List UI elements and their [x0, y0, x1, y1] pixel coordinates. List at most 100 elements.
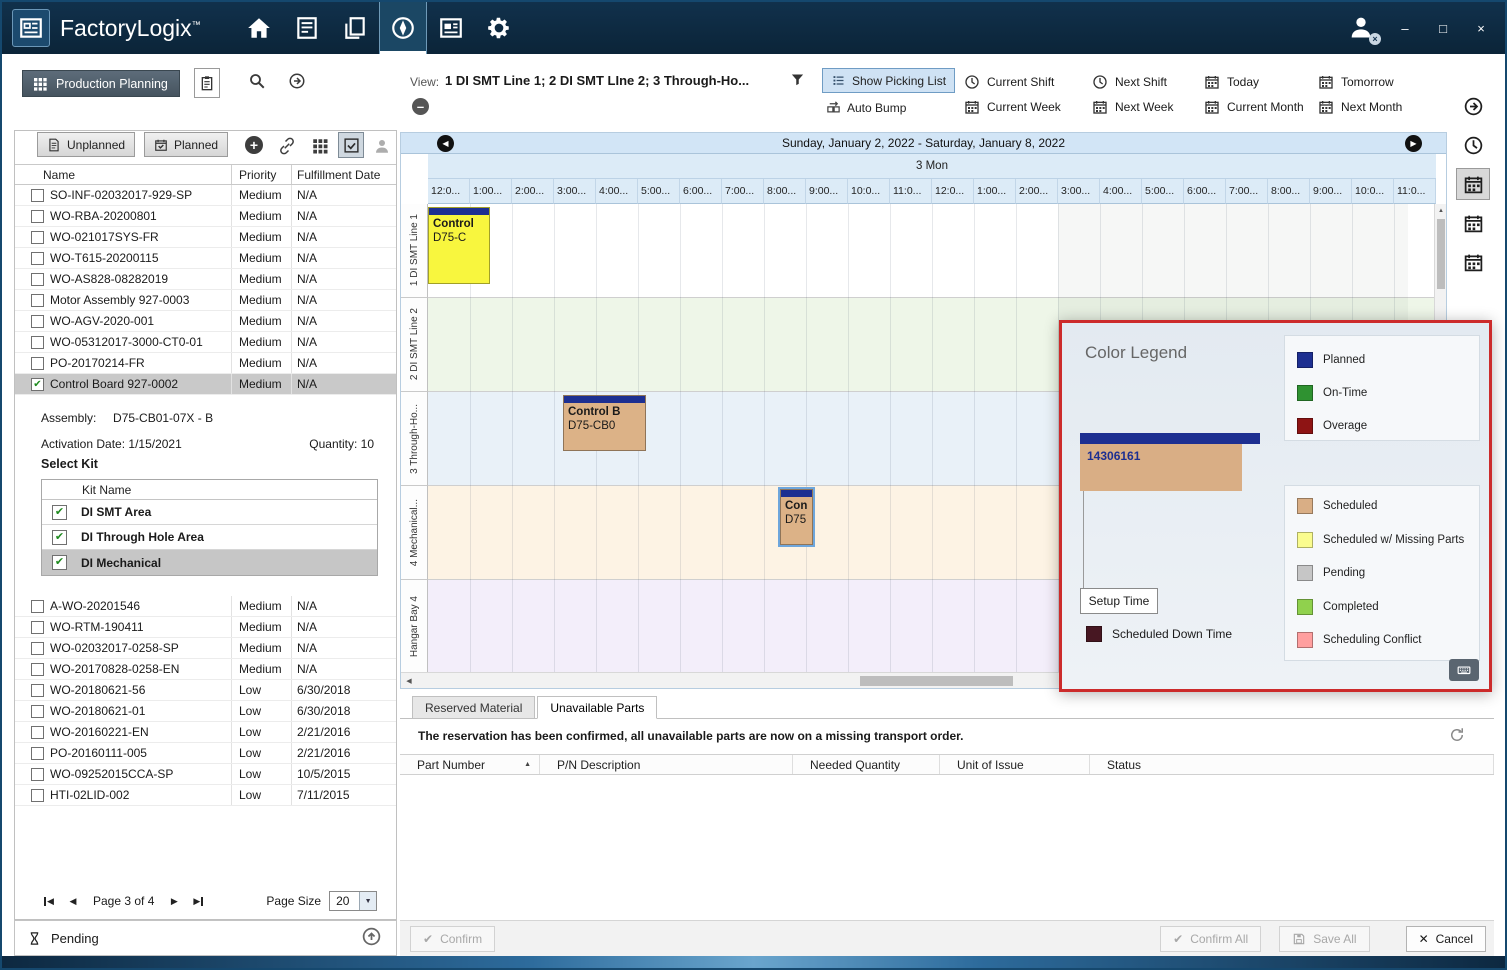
order-row[interactable]: SO-INF-02032017-929-SPMediumN/A [15, 185, 396, 206]
order-checkbox[interactable] [31, 789, 44, 802]
order-checkbox[interactable] [31, 189, 44, 202]
refresh-parts-button[interactable] [1448, 726, 1466, 747]
nav-button-next-shift[interactable]: Next Shift [1092, 69, 1204, 94]
column-header-priority[interactable]: Priority [231, 165, 291, 184]
scroll-left-icon[interactable]: ◀ [401, 674, 417, 688]
order-checkbox[interactable] [31, 315, 44, 328]
order-checkbox[interactable] [31, 336, 44, 349]
scrollbar-thumb[interactable] [1437, 219, 1445, 289]
expand-panel-button[interactable] [361, 926, 382, 950]
order-checkbox[interactable] [31, 252, 44, 265]
order-row[interactable]: WO-021017SYS-FRMediumN/A [15, 227, 396, 248]
order-row[interactable]: WO-09252015CCA-SPLow10/5/2015 [15, 764, 396, 785]
order-checkbox[interactable] [31, 273, 44, 286]
order-checkbox[interactable] [31, 621, 44, 634]
column-header-p-n-description[interactable]: P/N Description [540, 755, 793, 774]
timeline-view-button[interactable] [1456, 129, 1490, 161]
column-header-unit-of-issue[interactable]: Unit of Issue [940, 755, 1090, 774]
day-view-button[interactable] [1456, 168, 1490, 200]
nav-settings-button[interactable] [475, 2, 523, 54]
add-order-button[interactable]: + [245, 136, 263, 154]
order-checkbox[interactable] [31, 231, 44, 244]
page-size-select[interactable]: 20 ▼ [329, 891, 377, 911]
nav-documents-button[interactable] [331, 2, 379, 54]
search-button[interactable] [248, 72, 266, 93]
order-checkbox[interactable] [31, 747, 44, 760]
close-button[interactable]: × [1471, 21, 1491, 36]
order-row[interactable]: WO-05312017-3000-CT0-01MediumN/A [15, 332, 396, 353]
column-header-part-number[interactable]: Part Number▲ [400, 755, 540, 774]
order-checkbox[interactable]: ✔ [31, 378, 44, 391]
go-to-button[interactable] [288, 72, 306, 93]
nav-home-button[interactable] [235, 2, 283, 54]
order-checkbox[interactable] [31, 642, 44, 655]
nav-button-current-week[interactable]: Current Week [964, 94, 1092, 119]
scroll-up-icon[interactable]: ▲ [1435, 204, 1447, 217]
column-header-needed-quantity[interactable]: Needed Quantity [793, 755, 940, 774]
order-checkbox[interactable] [31, 726, 44, 739]
unplanned-tab-button[interactable]: Unplanned [37, 132, 135, 157]
work-order-list-button[interactable] [194, 68, 220, 98]
order-checkbox[interactable] [31, 768, 44, 781]
save-all-button[interactable]: Save All [1279, 926, 1369, 952]
nav-button-today[interactable]: Today [1204, 69, 1318, 94]
nav-data-entry-button[interactable] [283, 2, 331, 54]
cancel-button[interactable]: ✕ Cancel [1406, 926, 1486, 952]
order-row[interactable]: WO-20180621-01Low6/30/2018 [15, 701, 396, 722]
assign-user-button[interactable] [373, 137, 391, 158]
scrollbar-thumb[interactable] [860, 676, 1013, 686]
nav-button-current-month[interactable]: Current Month [1204, 94, 1318, 119]
view-filter-button[interactable] [790, 72, 805, 90]
table-view-button[interactable] [311, 137, 329, 158]
order-checkbox[interactable] [31, 210, 44, 223]
nav-scheduler-button[interactable] [379, 2, 427, 54]
order-row[interactable]: WO-20160221-ENLow2/21/2016 [15, 722, 396, 743]
tab-unavailable-parts[interactable]: Unavailable Parts [537, 696, 657, 719]
collapse-view-button[interactable]: – [412, 98, 429, 115]
order-row[interactable]: HTI-02LID-002Low7/11/2015 [15, 785, 396, 806]
order-row[interactable]: ✔Control Board 927-0002MediumN/A [15, 374, 396, 395]
next-page-button[interactable]: ▶ [162, 892, 186, 910]
nav-button-next-week[interactable]: Next Week [1092, 94, 1204, 119]
nav-button-current-shift[interactable]: Current Shift [964, 69, 1092, 94]
tab-reserved-material[interactable]: Reserved Material [412, 696, 535, 718]
column-header-name[interactable]: Name [15, 165, 231, 184]
order-row[interactable]: WO-AGV-2020-001MediumN/A [15, 311, 396, 332]
order-row[interactable]: WO-20170828-0258-ENMediumN/A [15, 659, 396, 680]
nav-button-tomorrow[interactable]: Tomorrow [1318, 69, 1414, 94]
order-checkbox[interactable] [31, 684, 44, 697]
column-header-fulfillment-date[interactable]: Fulfillment Date [291, 165, 396, 184]
link-order-button[interactable] [278, 137, 296, 158]
month-view-button[interactable] [1456, 246, 1490, 278]
order-row[interactable]: WO-RBA-20200801MediumN/A [15, 206, 396, 227]
user-account-button[interactable]: × [1347, 13, 1377, 43]
go-to-date-button[interactable] [1456, 90, 1490, 122]
kit-checkbox[interactable]: ✔ [52, 505, 67, 520]
order-checkbox[interactable] [31, 357, 44, 370]
order-row[interactable]: WO-02032017-0258-SPMediumN/A [15, 638, 396, 659]
gantt-task-block[interactable]: ConD75 [780, 489, 813, 545]
week-view-button[interactable] [1456, 207, 1490, 239]
order-row[interactable]: Motor Assembly 927-0003MediumN/A [15, 290, 396, 311]
order-checkbox[interactable] [31, 705, 44, 718]
order-row[interactable]: PO-20160111-005Low2/21/2016 [15, 743, 396, 764]
minimize-button[interactable]: – [1395, 21, 1415, 36]
planned-tab-button[interactable]: Planned [144, 132, 228, 157]
order-checkbox[interactable] [31, 663, 44, 676]
order-row[interactable]: WO-AS828-08282019MediumN/A [15, 269, 396, 290]
nav-button-next-month[interactable]: Next Month [1318, 94, 1414, 119]
order-row[interactable]: WO-RTM-190411MediumN/A [15, 617, 396, 638]
column-header-status[interactable]: Status [1090, 755, 1494, 774]
previous-page-button[interactable]: ◀ [61, 892, 85, 910]
gantt-task-block[interactable]: Control BD75-CB0 [563, 395, 646, 451]
next-week-button[interactable]: ▶ [1405, 135, 1422, 152]
last-page-button[interactable]: ▶ [186, 892, 210, 910]
gantt-task-block[interactable]: ControlD75-C [428, 207, 490, 284]
kit-checkbox[interactable]: ✔ [52, 530, 67, 545]
kit-row[interactable]: ✔DI SMT Area [42, 500, 377, 525]
previous-week-button[interactable]: ◀ [437, 135, 454, 152]
order-checkbox[interactable] [31, 600, 44, 613]
kit-checkbox[interactable]: ✔ [52, 555, 67, 570]
order-row[interactable]: A-WO-20201546MediumN/A [15, 596, 396, 617]
order-row[interactable]: WO-20180621-56Low6/30/2018 [15, 680, 396, 701]
